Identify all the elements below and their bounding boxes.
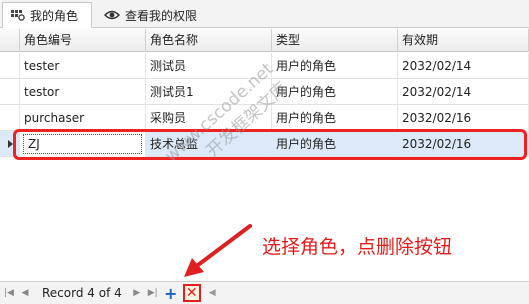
tab-view-permissions[interactable]: 查看我的权限 <box>96 2 234 28</box>
column-header-role-code[interactable]: 角色编号 <box>20 29 146 52</box>
cell-role-code-text: ZJ <box>28 137 40 151</box>
cell-role-code[interactable]: tester <box>20 53 146 79</box>
cell-expiry[interactable]: 2032/02/16 <box>398 105 529 131</box>
first-record-icon[interactable]: |◀ <box>2 285 16 301</box>
table-row[interactable]: testor 测试员1 用户的角色 2032/02/14 <box>0 79 529 105</box>
cell-role-name[interactable]: 测试员1 <box>146 79 272 105</box>
cell-type[interactable]: 用户的角色 <box>272 105 398 131</box>
column-header-type[interactable]: 类型 <box>272 29 398 52</box>
tab-bar: 我的角色 查看我的权限 <box>0 0 529 28</box>
record-counter: Record 4 of 4 <box>42 286 122 300</box>
table-row[interactable]: purchaser 采购员 用户的角色 2032/02/16 <box>0 105 529 131</box>
cell-type[interactable]: 用户的角色 <box>272 131 398 157</box>
roles-grid-icon <box>11 10 25 21</box>
cell-role-name[interactable]: 采购员 <box>146 105 272 131</box>
scroll-left-icon[interactable]: ◀ <box>209 288 216 298</box>
cell-type[interactable]: 用户的角色 <box>272 53 398 79</box>
cell-expiry[interactable]: 2032/02/14 <box>398 79 529 105</box>
last-record-icon[interactable]: ▶| <box>146 285 160 301</box>
cell-role-code[interactable]: testor <box>20 79 146 105</box>
table-row-selected[interactable]: ZJ 技术总监 用户的角色 2032/02/16 <box>0 131 529 157</box>
next-record-icon[interactable]: ▶ <box>130 285 144 301</box>
cell-expiry[interactable]: 2032/02/16 <box>398 131 529 157</box>
cell-type[interactable]: 用户的角色 <box>272 79 398 105</box>
cell-role-code[interactable]: purchaser <box>20 105 146 131</box>
eye-icon <box>104 10 120 20</box>
cell-expiry[interactable]: 2032/02/14 <box>398 53 529 79</box>
grid-header: 角色编号 角色名称 类型 有效期 <box>0 29 529 52</box>
cell-role-name[interactable]: 测试员 <box>146 53 272 79</box>
red-arrow-icon <box>184 224 252 277</box>
tab-label: 查看我的权限 <box>125 8 198 23</box>
column-header-role-name[interactable]: 角色名称 <box>146 29 272 52</box>
row-indicator <box>0 105 20 131</box>
row-indicator <box>0 53 20 79</box>
current-row-indicator <box>0 131 20 157</box>
tab-my-roles[interactable]: 我的角色 <box>2 2 92 28</box>
row-indicator <box>0 79 20 105</box>
cell-role-name[interactable]: 技术总监 <box>146 131 272 157</box>
prev-record-icon[interactable]: ◀ <box>18 285 32 301</box>
record-navigator: |◀ ◀ Record 4 of 4 ▶ ▶| + ✕ ◀ <box>0 281 529 304</box>
column-header-expiry[interactable]: 有效期 <box>398 29 529 52</box>
row-indicator-header <box>0 29 20 52</box>
delete-record-button[interactable]: ✕ <box>182 284 201 302</box>
tab-label: 我的角色 <box>30 8 79 23</box>
add-record-button[interactable]: + <box>163 284 179 303</box>
cell-role-code[interactable]: ZJ <box>20 131 146 157</box>
annotation-text: 选择角色，点删除按钮 <box>262 236 453 258</box>
table-row[interactable]: tester 测试员 用户的角色 2032/02/14 <box>0 53 529 79</box>
